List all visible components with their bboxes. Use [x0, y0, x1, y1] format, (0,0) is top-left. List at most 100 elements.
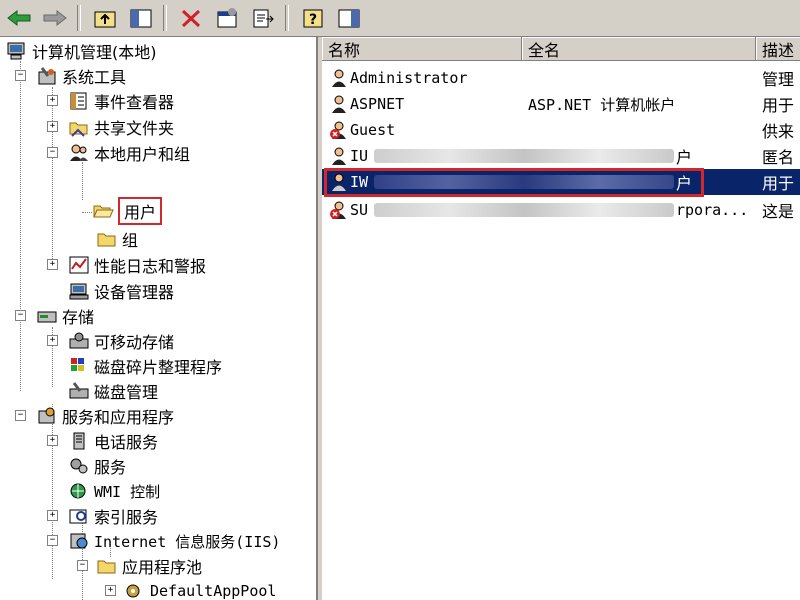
- tree-label: 设备管理器: [94, 283, 175, 302]
- expand-toggle[interactable]: +: [105, 585, 116, 596]
- tree-node-services[interactable]: 服务: [68, 454, 126, 478]
- user-row-aspnet[interactable]: ASPNET ASP.NET 计算机帐户 用于: [322, 91, 800, 117]
- forward-button[interactable]: [38, 3, 72, 33]
- device-manager-icon: [68, 281, 90, 301]
- tree-node-local-users-groups[interactable]: 本地用户和组: [68, 141, 190, 165]
- tree-node-disk-management[interactable]: 磁盘管理: [68, 379, 158, 403]
- tree-connector: [52, 87, 53, 267]
- tree-node-system-tools[interactable]: 系统工具: [36, 64, 126, 88]
- highlight-annotation-box: [324, 168, 704, 197]
- wmi-icon: [68, 481, 90, 501]
- tree-node-iis[interactable]: Internet 信息服务(IIS): [68, 529, 280, 553]
- user-name: IU: [350, 147, 369, 165]
- tree-node-event-viewer[interactable]: 事件查看器: [68, 89, 174, 113]
- expand-toggle[interactable]: +: [47, 259, 58, 270]
- tree-label: 共享文件夹: [94, 119, 175, 138]
- tree-label: WMI 控制: [94, 482, 161, 501]
- collapse-toggle[interactable]: −: [15, 310, 26, 321]
- up-one-level-button[interactable]: [88, 3, 122, 33]
- user-description: 用于: [762, 174, 795, 193]
- tree-label: 磁盘碎片整理程序: [94, 358, 223, 377]
- tree-node-app-pools[interactable]: 应用程序池: [96, 554, 202, 578]
- computer-icon: [6, 41, 28, 61]
- tree-label: 应用程序池: [122, 558, 203, 577]
- tree-node-telephony[interactable]: 电话服务: [68, 429, 158, 453]
- tree-label: DefaultAppPool: [150, 582, 277, 600]
- export-list-button[interactable]: [246, 3, 280, 33]
- user-description: 供来: [762, 122, 795, 141]
- tree-node-groups[interactable]: 组: [96, 227, 138, 251]
- collapse-toggle[interactable]: −: [47, 535, 58, 546]
- user-row-guest[interactable]: Guest 供来: [322, 117, 800, 143]
- expand-toggle[interactable]: +: [47, 121, 58, 132]
- folder-icon: [96, 229, 118, 249]
- user-name: Administrator: [350, 69, 468, 87]
- expand-toggle[interactable]: +: [47, 510, 58, 521]
- tree-node-shared-folders[interactable]: 共享文件夹: [68, 115, 174, 139]
- tree-node-wmi[interactable]: WMI 控制: [68, 479, 160, 503]
- tree-node-services-apps[interactable]: 服务和应用程序: [36, 404, 174, 428]
- back-icon: [7, 9, 31, 27]
- collapse-toggle[interactable]: −: [15, 410, 26, 421]
- tree-label: 性能日志和警报: [94, 257, 207, 276]
- delete-button[interactable]: [174, 3, 208, 33]
- app-pool-gear-icon: [124, 581, 146, 600]
- tree-node-perf-logs[interactable]: 性能日志和警报: [68, 253, 206, 277]
- help-icon: ?: [303, 9, 323, 28]
- tree-node-default-app-pool[interactable]: DefaultAppPool: [124, 579, 276, 600]
- export-list-icon: [253, 9, 274, 28]
- user-list[interactable]: 名称 全名 描述 Administrator 管理 ASPNET ASP.NET…: [322, 37, 800, 600]
- user-icon: [328, 68, 350, 88]
- collapse-toggle[interactable]: −: [77, 560, 88, 571]
- show-hide-tree-button[interactable]: [124, 3, 158, 33]
- tree-node-root[interactable]: 计算机管理(本地): [6, 39, 157, 63]
- tree-label: 服务: [94, 458, 127, 477]
- tree-node-indexing[interactable]: 索引服务: [68, 504, 158, 528]
- column-header-description[interactable]: 描述: [756, 37, 800, 61]
- tree-label: 可移动存储: [94, 333, 175, 352]
- tree-node-storage[interactable]: 存储: [36, 304, 94, 328]
- properties-button[interactable]: [210, 3, 244, 33]
- tree-label: 磁盘管理: [94, 383, 159, 402]
- expand-toggle[interactable]: +: [47, 95, 58, 106]
- disk-management-icon: [68, 381, 90, 401]
- forward-icon: [43, 9, 67, 27]
- show-hide-action-pane-button[interactable]: [332, 3, 366, 33]
- user-row-iusr[interactable]: IU 户 匿名: [322, 143, 800, 169]
- expand-toggle[interactable]: +: [47, 335, 58, 346]
- user-fullname: ASP.NET 计算机帐户: [528, 95, 676, 114]
- console-tree[interactable]: 计算机管理(本地) − 系统工具 + 事件查看器 + 共享文件夹 − 本地用户和…: [0, 37, 318, 600]
- services-apps-icon: [36, 406, 58, 426]
- user-icon: [328, 146, 350, 166]
- tree-node-users[interactable]: 用户: [92, 197, 163, 225]
- disabled-user-icon: [328, 200, 350, 220]
- user-row-administrator[interactable]: Administrator 管理: [322, 65, 800, 91]
- tree-node-device-manager[interactable]: 设备管理器: [68, 279, 174, 303]
- tree-label: Internet 信息服务(IIS): [94, 532, 281, 551]
- tools-icon: [36, 66, 58, 86]
- tree-node-defrag[interactable]: 磁盘碎片整理程序: [68, 354, 222, 378]
- user-description: 匿名: [762, 148, 795, 167]
- tree-connector: [82, 212, 92, 213]
- column-header-fullname[interactable]: 全名: [522, 37, 756, 61]
- column-header-name[interactable]: 名称: [322, 37, 522, 61]
- help-button[interactable]: ?: [296, 3, 330, 33]
- collapse-toggle[interactable]: −: [15, 70, 26, 81]
- tree-label: 电话服务: [94, 433, 159, 452]
- tree-node-removable-storage[interactable]: 可移动存储: [68, 329, 174, 353]
- toolbar-separator: [77, 5, 81, 31]
- properties-icon: [217, 8, 237, 28]
- expand-toggle[interactable]: +: [47, 435, 58, 446]
- user-name: ASPNET: [350, 95, 405, 113]
- show-hide-action-pane-icon: [338, 9, 360, 28]
- back-button[interactable]: [2, 3, 36, 33]
- delete-icon: [181, 9, 201, 28]
- user-row-support[interactable]: SU rpora... 这是: [322, 197, 800, 223]
- tree-label: 计算机管理(本地): [32, 43, 157, 62]
- collapse-toggle[interactable]: −: [47, 147, 58, 158]
- tree-label: 组: [122, 231, 139, 250]
- folder-open-icon: [92, 201, 114, 221]
- show-hide-tree-icon: [130, 9, 152, 28]
- redacted-text: [374, 203, 674, 217]
- up-folder-icon: [94, 11, 116, 28]
